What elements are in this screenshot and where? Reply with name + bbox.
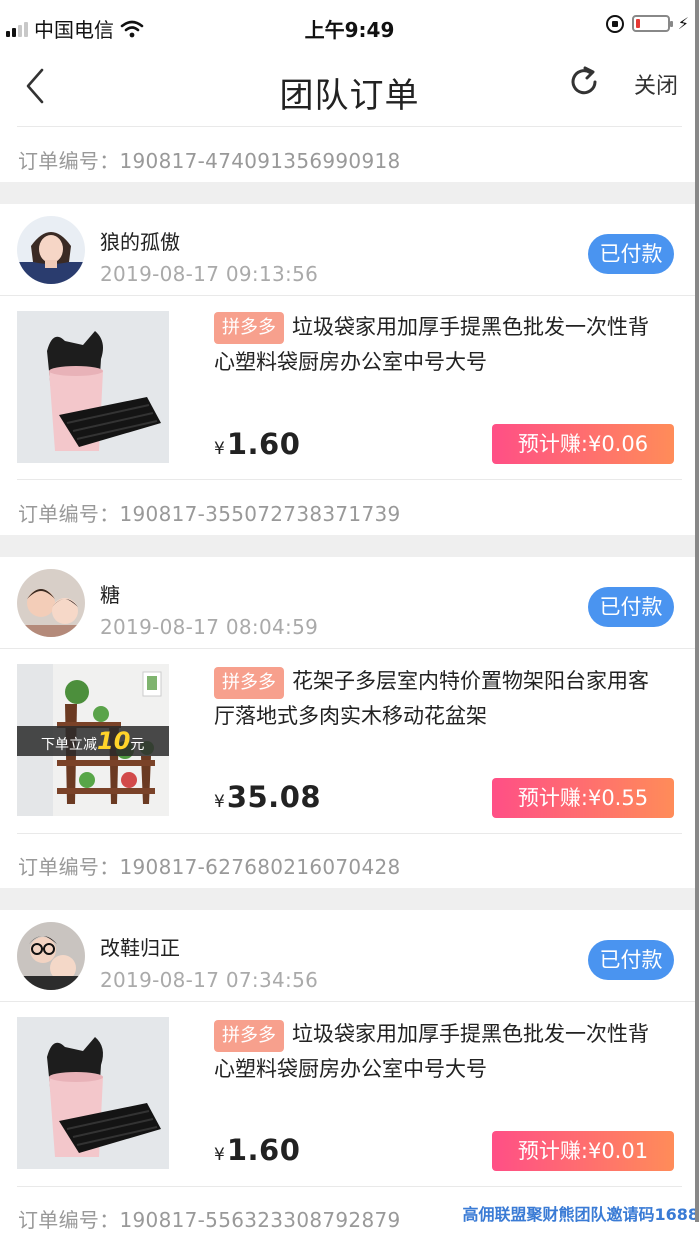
promo-text: 下单立减 [41,737,97,753]
order-number-label: 订单编号： [18,502,120,526]
order-time: 2019-08-17 07:34:56 [100,968,319,992]
divider [17,479,682,480]
order-card[interactable]: 狼的孤傲 2019-08-17 09:13:56 已付款 拼多多 垃圾袋家用加厚… [0,204,699,534]
product-image[interactable]: 下单立减10元 [17,664,169,816]
divider [0,1001,699,1002]
promo-overlay: 下单立减10元 [41,726,144,756]
charging-icon: ⚡ [677,14,689,33]
currency-symbol: ¥ [214,792,225,812]
order-number-label: 订单编号： [18,1208,120,1232]
watermark-text: 高佣联盟聚财熊团队邀请码1688 [462,1205,699,1224]
order-number-label: 订单编号： [18,855,120,879]
order-number-row: 订单编号：190817-627680216070428 [18,851,401,880]
divider [0,648,699,649]
product-title-line2: 心塑料袋厨房办公室中号大号 [214,1057,487,1081]
lock-rotation-icon [605,14,624,33]
order-time: 2019-08-17 09:13:56 [100,262,319,286]
product-title-line1: 垃圾袋家用加厚手提黑色批发一次性背 [292,1022,649,1046]
order-number-row: 订单编号：190817-474091356990918 [18,145,401,174]
avatar [17,569,85,637]
refresh-icon[interactable] [566,64,602,100]
divider [17,833,682,834]
promo-unit: 元 [130,737,145,753]
currency-symbol: ¥ [214,439,225,459]
status-right: ⚡ [605,14,689,33]
order-number-row: 订单编号：190817-355072738371739 [18,498,401,527]
close-button[interactable]: 关闭 [634,68,678,100]
avatar [17,922,85,990]
section-gap [0,888,699,910]
order-number-row: 订单编号：190817-556323308792879 [18,1204,401,1233]
order-card[interactable]: 改鞋归正 2019-08-17 07:34:56 已付款 拼多多 垃圾袋家用加厚… [0,910,699,1232]
screen-edge [695,0,699,1222]
product-title-line2: 心塑料袋厨房办公室中号大号 [214,350,487,374]
product-image[interactable] [17,1017,169,1169]
status-badge: 已付款 [588,587,674,627]
price: ¥1.60 [214,1133,300,1167]
price-value: 1.60 [226,427,301,461]
order-card[interactable]: 糖 2019-08-17 08:04:59 已付款 下单立减10元 拼多多 花架… [0,557,699,887]
order-number: 190817-355072738371739 [119,502,401,526]
user-name: 改鞋归正 [100,936,180,960]
order-number: 190817-556323308792879 [119,1208,401,1232]
order-number-label: 订单编号： [18,149,120,173]
price-value: 1.60 [226,1133,301,1167]
user-name: 狼的孤傲 [100,230,180,254]
battery-icon [631,15,673,32]
nav-bar: 团队订单 关闭 [0,50,699,126]
promo-number: 10 [97,727,131,755]
price-value: 35.08 [226,780,322,814]
status-badge: 已付款 [588,940,674,980]
avatar [17,216,85,284]
product-title-line2: 厅落地式多肉实木移动花盆架 [214,704,487,728]
divider [17,1186,682,1187]
divider [17,126,682,127]
price: ¥1.60 [214,427,300,461]
user-name: 糖 [100,583,120,607]
status-bar: 中国电信 上午9:49 ⚡ [0,0,699,50]
estimated-earning-badge: 预计赚:¥0.55 [492,778,674,818]
product-title-line1: 花架子多层室内特价置物架阳台家用客 [292,669,649,693]
status-time: 上午9:49 [304,18,395,42]
estimated-earning-badge: 预计赚:¥0.06 [492,424,674,464]
product-title[interactable]: 垃圾袋家用加厚手提黑色批发一次性背 心塑料袋厨房办公室中号大号 [214,1017,674,1087]
product-title[interactable]: 花架子多层室内特价置物架阳台家用客 厅落地式多肉实木移动花盆架 [214,664,674,734]
estimated-earning-badge: 预计赚:¥0.01 [492,1131,674,1171]
currency-symbol: ¥ [214,1145,225,1165]
status-badge: 已付款 [588,234,674,274]
section-gap [0,535,699,557]
product-title-line1: 垃圾袋家用加厚手提黑色批发一次性背 [292,315,649,339]
order-number: 190817-627680216070428 [119,855,401,879]
section-gap [0,182,699,204]
price: ¥35.08 [214,780,321,814]
product-title[interactable]: 垃圾袋家用加厚手提黑色批发一次性背 心塑料袋厨房办公室中号大号 [214,310,674,380]
product-image[interactable] [17,311,169,463]
divider [0,295,699,296]
order-number: 190817-474091356990918 [119,149,401,173]
order-time: 2019-08-17 08:04:59 [100,615,319,639]
